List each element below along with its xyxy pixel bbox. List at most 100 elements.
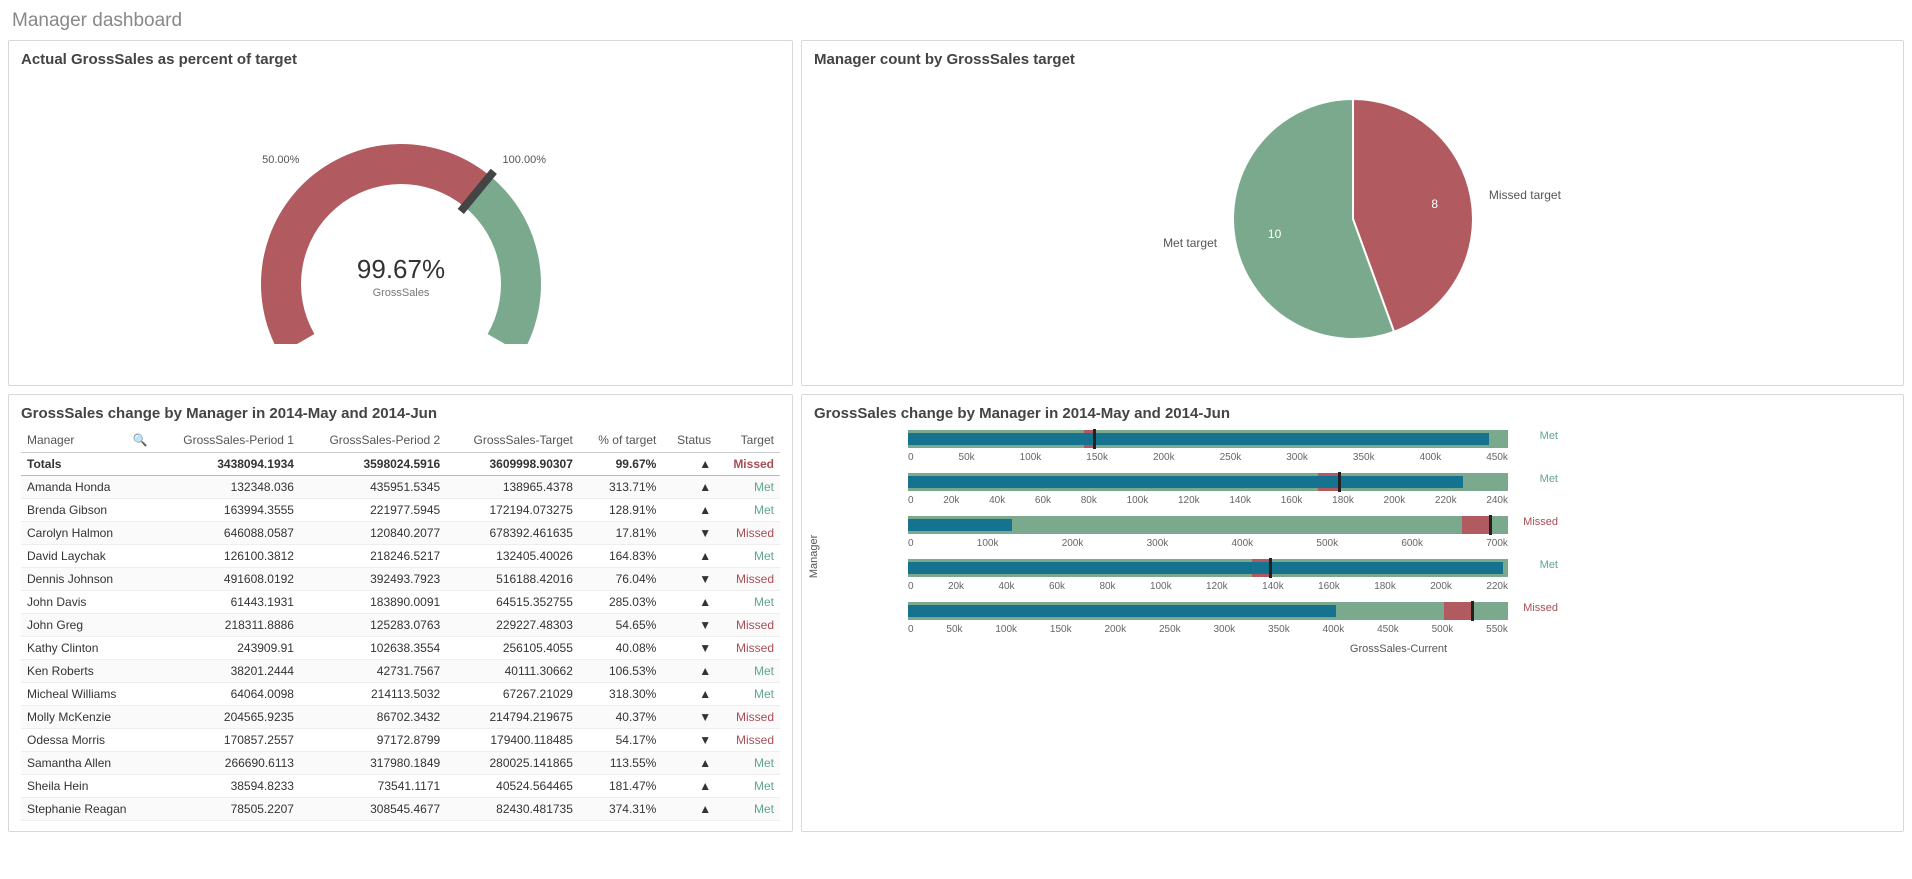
- axis-tick: 80k: [1099, 581, 1115, 592]
- bullet-target-mark: [1269, 558, 1272, 578]
- pie-label: Met target: [1163, 236, 1218, 250]
- axis-tick: 100k: [1020, 452, 1042, 463]
- table-card: GrossSales change by Manager in 2014-May…: [8, 394, 793, 832]
- col-header[interactable]: Manager🔍: [21, 428, 154, 453]
- table-row[interactable]: Odessa Morris170857.255797172.8799179400…: [21, 729, 780, 752]
- axis-tick: 50k: [959, 452, 975, 463]
- bullet-measure: [908, 476, 1463, 488]
- bullet-status: Missed: [1523, 516, 1558, 528]
- axis-tick: 600k: [1401, 538, 1423, 549]
- bullet-row[interactable]: David LaychakMet020k40k60k80k100k120k140…: [906, 557, 1891, 592]
- axis-tick: 40k: [989, 495, 1005, 506]
- col-header[interactable]: GrossSales-Period 1: [154, 428, 300, 453]
- axis-tick: 550k: [1486, 624, 1508, 635]
- bullet-row[interactable]: Carolyn HalmonMissed0100k200k300k400k500…: [906, 514, 1891, 549]
- col-header[interactable]: Status: [662, 428, 717, 453]
- axis-tick: 200k: [1430, 581, 1452, 592]
- axis-tick: 250k: [1159, 624, 1181, 635]
- table-row[interactable]: Amanda Honda132348.036435951.5345138965.…: [21, 476, 780, 499]
- axis-tick: 100k: [995, 624, 1017, 635]
- sales-table[interactable]: Manager🔍GrossSales-Period 1GrossSales-Pe…: [21, 428, 780, 821]
- col-header[interactable]: Target: [717, 428, 780, 453]
- axis-tick: 400k: [1420, 452, 1442, 463]
- axis-tick: 240k: [1486, 495, 1508, 506]
- table-row[interactable]: David Laychak126100.3812218246.521713240…: [21, 545, 780, 568]
- bullet-chart[interactable]: Manager Amanda HondaMet050k100k150k200k2…: [814, 428, 1891, 738]
- axis-tick: 0: [908, 452, 914, 463]
- gauge-center-label: GrossSales: [372, 287, 429, 299]
- axis-tick: 350k: [1268, 624, 1290, 635]
- axis-tick: 200k: [1062, 538, 1084, 549]
- bullet-target-mark: [1338, 472, 1341, 492]
- pie-card: Manager count by GrossSales target 8Miss…: [801, 40, 1904, 386]
- table-row[interactable]: Samantha Allen266690.6113317980.18492800…: [21, 752, 780, 775]
- pie-label: Missed target: [1488, 188, 1561, 202]
- table-row[interactable]: Totals3438094.19343598024.59163609998.90…: [21, 453, 780, 476]
- axis-tick: 60k: [1035, 495, 1051, 506]
- table-title: GrossSales change by Manager in 2014-May…: [21, 405, 780, 422]
- axis-tick: 120k: [1178, 495, 1200, 506]
- axis-tick: 100k: [1150, 581, 1172, 592]
- bullet-xlabel: GrossSales-Current: [906, 643, 1891, 655]
- table-row[interactable]: Ken Roberts38201.244442731.756740111.306…: [21, 660, 780, 683]
- table-row[interactable]: Carolyn Halmon646088.0587120840.20776783…: [21, 522, 780, 545]
- axis-tick: 300k: [1214, 624, 1236, 635]
- gauge-chart[interactable]: 99.67% GrossSales 0.00% 50.00% 100.00% 1…: [21, 74, 780, 354]
- axis-tick: 0: [908, 495, 914, 506]
- axis-tick: 200k: [1153, 452, 1175, 463]
- axis-tick: 300k: [1147, 538, 1169, 549]
- axis-tick: 150k: [1086, 452, 1108, 463]
- table-row[interactable]: Micheal Williams64064.0098214113.5032672…: [21, 683, 780, 706]
- axis-tick: 40k: [998, 581, 1014, 592]
- axis-tick: 0: [908, 624, 914, 635]
- axis-tick: 220k: [1435, 495, 1457, 506]
- col-header[interactable]: % of target: [579, 428, 662, 453]
- table-row[interactable]: Brenda Gibson163994.3555221977.594517219…: [21, 499, 780, 522]
- axis-tick: 100k: [977, 538, 999, 549]
- bullet-measure: [908, 433, 1489, 445]
- table-row[interactable]: Stephanie Reagan78505.2207308545.4677824…: [21, 798, 780, 821]
- bullet-row[interactable]: Amanda HondaMet050k100k150k200k250k300k3…: [906, 428, 1891, 463]
- axis-tick: 20k: [948, 581, 964, 592]
- pie-value: 8: [1431, 197, 1438, 211]
- table-row[interactable]: Molly McKenzie204565.923586702.343221479…: [21, 706, 780, 729]
- axis-tick: 0: [908, 538, 914, 549]
- bullet-title: GrossSales change by Manager in 2014-May…: [814, 405, 1891, 422]
- bullet-ylabel: Manager: [808, 535, 820, 578]
- col-header[interactable]: GrossSales-Target: [446, 428, 579, 453]
- search-icon[interactable]: 🔍: [133, 433, 148, 447]
- axis-tick: 140k: [1229, 495, 1251, 506]
- col-header[interactable]: GrossSales-Period 2: [300, 428, 446, 453]
- gauge-title: Actual GrossSales as percent of target: [21, 51, 780, 68]
- axis-tick: 180k: [1332, 495, 1354, 506]
- axis-tick: 0: [908, 581, 914, 592]
- page-title: Manager dashboard: [12, 10, 1904, 32]
- axis-tick: 350k: [1353, 452, 1375, 463]
- axis-tick: 450k: [1377, 624, 1399, 635]
- axis-tick: 300k: [1286, 452, 1308, 463]
- bullet-row[interactable]: Brenda GibsonMet020k40k60k80k100k120k140…: [906, 471, 1891, 506]
- gauge-tick-100: 100.00%: [502, 154, 546, 166]
- axis-tick: 220k: [1486, 581, 1508, 592]
- axis-tick: 160k: [1281, 495, 1303, 506]
- bullet-status: Missed: [1523, 602, 1558, 614]
- bullet-row[interactable]: Dennis JohnsonMissed050k100k150k200k250k…: [906, 600, 1891, 635]
- axis-tick: 450k: [1486, 452, 1508, 463]
- pie-value: 10: [1267, 227, 1281, 241]
- bullet-target-mark: [1489, 515, 1492, 535]
- table-row[interactable]: Sheila Hein38594.823373541.117140524.564…: [21, 775, 780, 798]
- table-row[interactable]: Kathy Clinton243909.91102638.3554256105.…: [21, 637, 780, 660]
- bullet-measure: [908, 605, 1336, 617]
- axis-tick: 200k: [1384, 495, 1406, 506]
- axis-tick: 50k: [946, 624, 962, 635]
- gauge-card: Actual GrossSales as percent of target 9…: [8, 40, 793, 386]
- table-row[interactable]: John Greg218311.8886125283.0763229227.48…: [21, 614, 780, 637]
- axis-tick: 500k: [1316, 538, 1338, 549]
- pie-chart[interactable]: 8 Missed target 10 Met target: [814, 74, 1891, 354]
- axis-tick: 700k: [1486, 538, 1508, 549]
- axis-tick: 400k: [1232, 538, 1254, 549]
- table-row[interactable]: Dennis Johnson491608.0192392493.79235161…: [21, 568, 780, 591]
- axis-tick: 200k: [1104, 624, 1126, 635]
- table-row[interactable]: John Davis61443.1931183890.009164515.352…: [21, 591, 780, 614]
- bullet-status: Met: [1540, 430, 1558, 442]
